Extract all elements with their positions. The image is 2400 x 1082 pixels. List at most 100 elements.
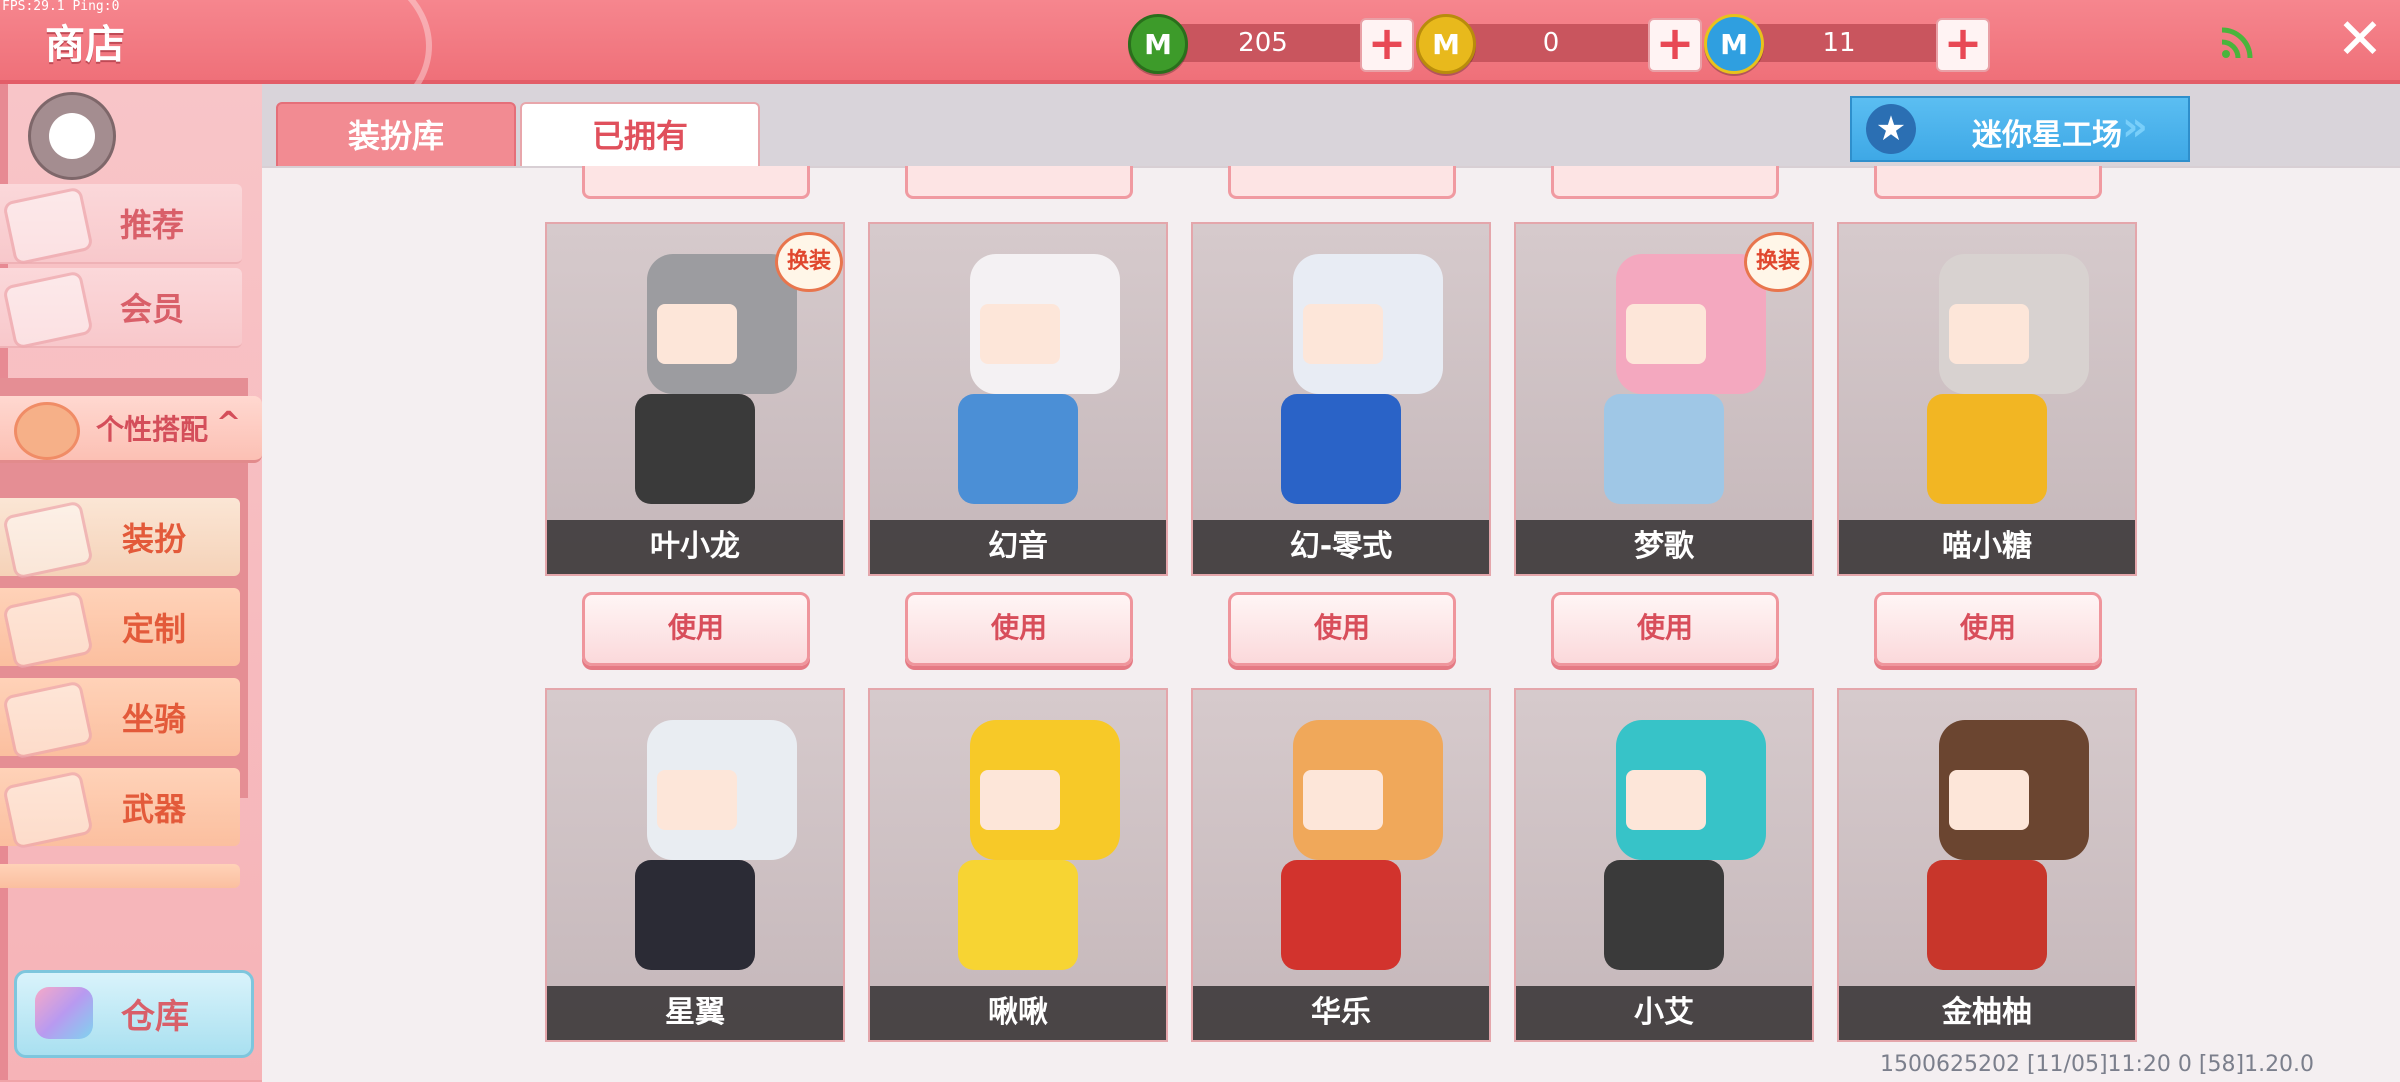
skin-card[interactable]: 小艾 <box>1514 688 1814 1042</box>
skin-face <box>657 770 737 830</box>
skin-face <box>980 770 1060 830</box>
skin-name: 梦歌 <box>1516 520 1812 574</box>
skin-name: 喵小糖 <box>1839 520 2135 574</box>
currency-value: 0 <box>1542 28 1560 58</box>
caret-up-icon: ^ <box>216 406 242 441</box>
sidebar-item-vip[interactable]: 会员 <box>0 268 242 350</box>
add-gold-coin-button[interactable]: + <box>1648 18 1702 72</box>
skin-figure <box>1576 710 1766 1000</box>
skin-body <box>635 860 755 970</box>
skin-card[interactable]: 换装梦歌 <box>1514 222 1814 576</box>
skin-body <box>635 394 755 504</box>
thumbs-up-icon <box>2 186 94 266</box>
change-outfit-badge-icon[interactable]: 换装 <box>775 232 843 292</box>
use-button[interactable]: 使用 <box>905 592 1133 666</box>
sidebar-item-recommend[interactable]: 推荐 <box>0 184 242 266</box>
skin-figure <box>930 244 1120 534</box>
use-button-partial[interactable] <box>1874 166 2102 199</box>
sidebar-subitem-partial[interactable] <box>0 864 240 888</box>
add-star-coin-button[interactable]: + <box>1936 18 1990 72</box>
sidebar-item-label: 定制 <box>122 610 187 648</box>
close-button[interactable]: ✕ <box>2330 10 2390 70</box>
use-button[interactable]: 使用 <box>1228 592 1456 666</box>
shirt-icon <box>2 500 94 580</box>
sidebar-item-label: 武器 <box>122 790 187 828</box>
skin-body <box>1281 860 1401 970</box>
skin-card[interactable]: 星翼 <box>545 688 845 1042</box>
skin-body <box>1281 394 1401 504</box>
vip-card-icon <box>2 270 94 350</box>
skin-face <box>1303 770 1383 830</box>
skin-name: 小艾 <box>1516 986 1812 1040</box>
skin-face <box>657 304 737 364</box>
star-coin-icon: M <box>1704 14 1764 74</box>
skin-figure <box>1899 710 2089 1000</box>
signal-icon <box>2221 27 2253 59</box>
page-title: 商店 <box>45 22 125 68</box>
avatar[interactable] <box>28 92 116 180</box>
green-gem-icon: M <box>1128 14 1188 74</box>
sidebar-item-label: 坐骑 <box>122 700 187 738</box>
use-button-partial[interactable] <box>1228 166 1456 199</box>
skin-card[interactable]: 幻-零式 <box>1191 222 1491 576</box>
currency-value: 205 <box>1238 28 1288 58</box>
skin-card[interactable]: 华乐 <box>1191 688 1491 1042</box>
change-outfit-badge-icon[interactable]: 换装 <box>1744 232 1812 292</box>
star-icon: ★ <box>1866 104 1916 154</box>
use-button-partial[interactable] <box>905 166 1133 199</box>
skin-name: 啾啾 <box>870 986 1166 1040</box>
currency-value: 11 <box>1822 28 1856 58</box>
star-badge-icon <box>14 402 80 460</box>
sidebar-item-label: 推荐 <box>120 206 185 244</box>
gold-coin-icon: M <box>1416 14 1476 74</box>
skin-card[interactable]: 幻音 <box>868 222 1168 576</box>
skin-body <box>958 860 1078 970</box>
tab-outfit-library[interactable]: 装扮库 <box>276 102 516 170</box>
sidebar-group-style[interactable]: 个性搭配 ^ <box>0 396 262 463</box>
chevron-right-icon: » <box>2122 104 2148 150</box>
skin-card[interactable]: 喵小糖 <box>1837 222 2137 576</box>
skin-figure <box>1899 244 2089 534</box>
use-button-partial[interactable] <box>582 166 810 199</box>
sidebar-subitem-mount[interactable]: 坐骑 <box>0 678 240 760</box>
skin-figure <box>1253 244 1443 534</box>
skin-face <box>1949 770 2029 830</box>
sidebar-subitem-outfit[interactable]: 装扮 <box>0 498 240 580</box>
use-button-partial[interactable] <box>1551 166 1779 199</box>
sidebar: 推荐 会员 个性搭配 ^ 装扮 定制 坐骑 武器 仓库 <box>0 84 262 1080</box>
mount-icon <box>2 680 94 760</box>
build-info: 1500625202 [11/05]11:20 0 [58]1.20.0 <box>1880 1052 2315 1077</box>
skin-name: 幻音 <box>870 520 1166 574</box>
skin-name: 华乐 <box>1193 986 1489 1040</box>
skin-body <box>1604 860 1724 970</box>
sidebar-subitem-custom[interactable]: 定制 <box>0 588 240 670</box>
skin-name: 金柚柚 <box>1839 986 2135 1040</box>
skin-card[interactable]: 啾啾 <box>868 688 1168 1042</box>
warehouse-button[interactable]: 仓库 <box>14 970 254 1058</box>
sidebar-subitem-weapon[interactable]: 武器 <box>0 768 240 850</box>
sidebar-item-label: 装扮 <box>122 520 187 558</box>
skin-face <box>1626 770 1706 830</box>
skin-name: 叶小龙 <box>547 520 843 574</box>
workshop-label: 迷你星工场 <box>1972 118 2122 153</box>
tab-owned[interactable]: 已拥有 <box>520 102 760 170</box>
use-button[interactable]: 使用 <box>1874 592 2102 666</box>
skin-face <box>1949 304 2029 364</box>
skin-name: 星翼 <box>547 986 843 1040</box>
skin-card[interactable]: 换装叶小龙 <box>545 222 845 576</box>
skin-card[interactable]: 金柚柚 <box>1837 688 2137 1042</box>
skin-body <box>958 394 1078 504</box>
skin-body <box>1927 860 2047 970</box>
skin-figure <box>1253 710 1443 1000</box>
skin-face <box>980 304 1060 364</box>
chest-icon <box>35 987 93 1039</box>
mini-workshop-button[interactable]: ★ 迷你星工场 » <box>1850 96 2190 162</box>
use-button[interactable]: 使用 <box>582 592 810 666</box>
skin-figure <box>930 710 1120 1000</box>
skin-body <box>1604 394 1724 504</box>
skin-figure <box>1576 244 1766 534</box>
use-button[interactable]: 使用 <box>1551 592 1779 666</box>
add-green-gem-button[interactable]: + <box>1360 18 1414 72</box>
pencil-ruler-icon <box>2 590 94 670</box>
sidebar-item-label: 会员 <box>120 290 185 328</box>
